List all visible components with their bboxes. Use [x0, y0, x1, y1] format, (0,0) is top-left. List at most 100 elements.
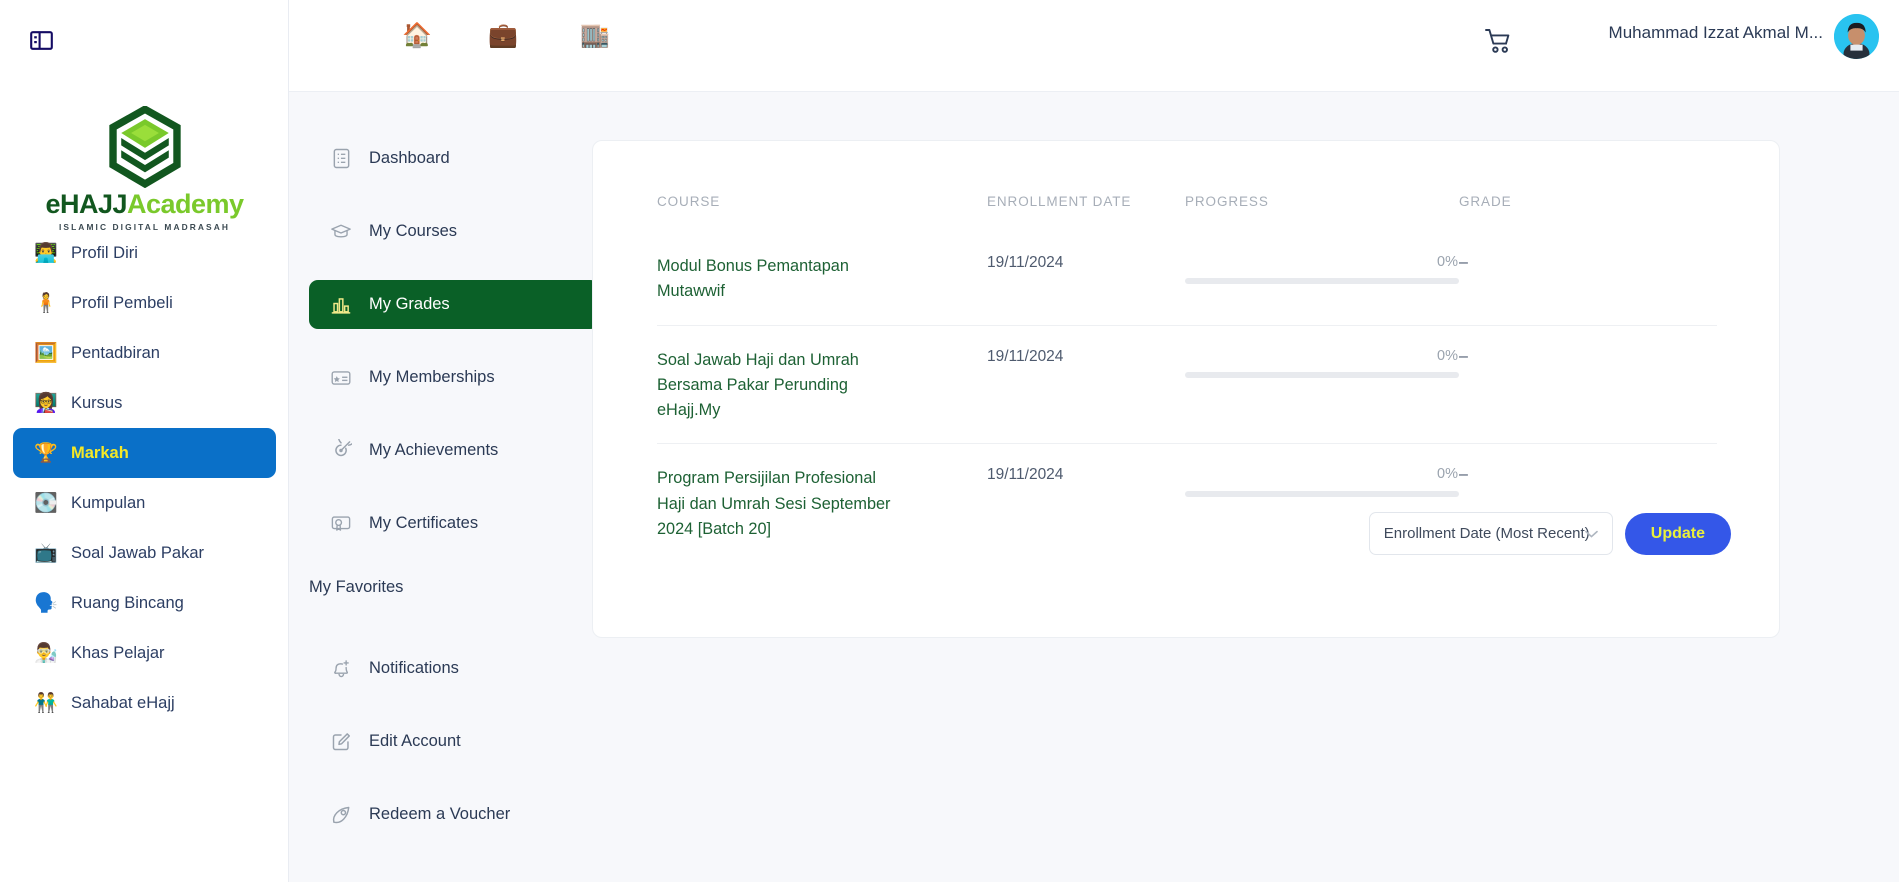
progress-percent-label: 0% [1437, 466, 1458, 483]
sidebar-item-pentadbiran[interactable]: 🖼️ Pentadbiran [13, 328, 276, 378]
subnav-item-label: My Courses [369, 222, 458, 240]
target-icon [330, 439, 352, 462]
sidebar-menu: 👨‍💻 Profil Diri 🧍 Profil Pembeli 🖼️ Pentadbir… [0, 228, 288, 728]
groups-icon: 💽 [34, 492, 58, 514]
subnav-item-label: My Achievements [369, 441, 499, 459]
enrollment-date-value: 19/11/2024 [987, 466, 1064, 484]
sidebar-item-soal-jawab-pakar[interactable]: 📺 Soal Jawab Pakar [13, 528, 276, 578]
progress-bar: 0% [1185, 348, 1459, 378]
subnav-item-label: Dashboard [369, 149, 450, 167]
sidebar-item-label: Markah [71, 443, 129, 462]
progress-track [1185, 490, 1459, 497]
progress-bar: 0% [1185, 254, 1459, 285]
subnav-item-redeem-a-voucher[interactable]: Redeem a Voucher [309, 790, 599, 839]
sidebar-item-profil-pembeli[interactable]: 🧍 Profil Pembeli [13, 278, 276, 328]
sidebar-item-label: Pentadbiran [71, 343, 160, 362]
subnav-item-label: My Certificates [369, 514, 479, 532]
subnav-item-label: Redeem a Voucher [369, 805, 511, 823]
expert-qa-icon: 📺 [34, 542, 58, 564]
administration-icon: 🖼️ [34, 342, 58, 364]
sort-order-value: Enrollment Date (Most Recent) [1383, 525, 1590, 542]
subnav-item-label: My Grades [369, 295, 450, 313]
home-icon[interactable]: 🏠 [400, 24, 434, 48]
column-header-enrollment-date: ENROLLMENT DATE [987, 194, 1132, 209]
table-row: Modul Bonus Pemantapan Mutawwif 19/11/202… [657, 232, 1717, 326]
primary-sidebar: eHAJJAcademy ISLAMIC DIGITAL MADRASAH 👨‍… [0, 0, 289, 882]
bar-chart-icon [330, 294, 352, 316]
subnav-item-notifications[interactable]: Notifications [309, 644, 599, 693]
grades-table: COURSE ENROLLMENT DATE PROGRESS GRADE Mo… [657, 193, 1717, 562]
course-link[interactable]: Soal Jawab Haji dan Umrah Bersama Pakar … [657, 348, 907, 424]
kaaba-hexagon-logo-icon [108, 106, 181, 188]
sidebar-item-kursus[interactable]: 👩‍🏫 Kursus [13, 378, 276, 428]
subnav-item-my-certificates[interactable]: My Certificates [309, 499, 599, 548]
brand-logo[interactable]: eHAJJAcademy ISLAMIC DIGITAL MADRASAH [0, 106, 288, 232]
dashboard-icon [330, 148, 352, 170]
subnav-item-label: Notifications [369, 659, 459, 677]
subnav-item-my-grades[interactable]: My Grades [309, 280, 599, 329]
grades-card: COURSE ENROLLMENT DATE PROGRESS GRADE Mo… [592, 140, 1780, 638]
top-header: 🏠 💼 🏬 Muhammad Izzat Akmal M... [289, 0, 1899, 92]
course-link[interactable]: Program Persijilan Profesional Haji dan … [657, 466, 907, 542]
progress-track [1185, 371, 1459, 378]
sort-order-select[interactable]: Enrollment Date (Most Recent) [1368, 512, 1613, 555]
sidebar-item-label: Khas Pelajar [71, 643, 165, 662]
progress-percent-label: 0% [1437, 347, 1458, 364]
brand-wordmark-light: Academy [126, 189, 244, 219]
chevron-down-icon [1584, 525, 1598, 543]
subnav-item-my-memberships[interactable]: My Memberships [309, 353, 599, 402]
edit-square-icon [330, 731, 352, 753]
subnav-item-label: My Favorites [309, 577, 404, 596]
subnav-item-dashboard[interactable]: Dashboard [309, 134, 599, 183]
grade-value: – [1459, 254, 1468, 271]
column-header-grade: GRADE [1459, 194, 1512, 209]
enrollment-date-value: 19/11/2024 [987, 254, 1064, 271]
subnav-item-my-achievements[interactable]: My Achievements [309, 426, 599, 475]
sidebar-item-ruang-bincang[interactable]: 🗣️ Ruang Bincang [13, 578, 276, 628]
sidebar-item-label: Ruang Bincang [71, 593, 184, 612]
sidebar-item-label: Sahabat eHajj [71, 693, 175, 712]
progress-percent-label: 0% [1437, 254, 1458, 270]
graduation-cap-icon [330, 221, 352, 243]
subnav-item-label: Edit Account [369, 732, 461, 750]
sidebar-item-profil-diri[interactable]: 👨‍💻 Profil Diri [13, 228, 276, 278]
discussion-room-icon: 🗣️ [34, 592, 58, 614]
enrollment-date-value: 19/11/2024 [987, 347, 1064, 365]
bell-plus-icon [330, 658, 352, 680]
sidebar-item-sahabat-ehajj[interactable]: 👬 Sahabat eHajj [13, 678, 276, 728]
update-button[interactable]: Update [1624, 512, 1731, 555]
grade-value: – [1459, 466, 1468, 484]
sidebar-item-label: Profil Pembeli [71, 293, 173, 312]
sidebar-item-label: Kursus [71, 393, 123, 412]
sidebar-item-kumpulan[interactable]: 💽 Kumpulan [13, 478, 276, 528]
user-avatar-photo[interactable] [1834, 14, 1879, 59]
grade-value: – [1459, 347, 1468, 365]
account-subnav: Dashboard My Courses My Grades My Membershi… [309, 134, 599, 863]
brand-wordmark: eHAJJAcademy [45, 189, 244, 219]
user-name-label[interactable]: Muhammad Izzat Akmal M... [1609, 23, 1823, 43]
shopping-cart-icon[interactable] [1483, 26, 1513, 56]
id-card-icon [330, 367, 352, 389]
student-special-icon: 👨‍🔬 [34, 642, 58, 664]
column-header-course: COURSE [657, 194, 721, 209]
sidebar-item-markah[interactable]: 🏆 Markah [13, 428, 276, 478]
ehajj-friends-icon: 👬 [34, 692, 58, 714]
store-icon[interactable]: 🏬 [578, 24, 612, 48]
content-area: Dashboard My Courses My Grades My Membershi… [289, 92, 1899, 882]
rocket-icon [330, 804, 352, 826]
sidebar-item-label: Soal Jawab Pakar [71, 543, 204, 562]
subnav-item-my-favorites[interactable]: My Favorites [309, 572, 599, 602]
table-row: Soal Jawab Haji dan Umrah Bersama Pakar … [657, 326, 1717, 445]
grades-card-controls: Enrollment Date (Most Recent) Update [1368, 512, 1731, 555]
subnav-item-label: My Memberships [369, 368, 495, 386]
grades-icon: 🏆 [34, 442, 58, 464]
sidebar-item-khas-pelajar[interactable]: 👨‍🔬 Khas Pelajar [13, 628, 276, 678]
certificate-icon [330, 513, 352, 535]
progress-bar: 0% [1185, 466, 1459, 497]
subnav-item-my-courses[interactable]: My Courses [309, 207, 599, 256]
course-link[interactable]: Modul Bonus Pemantapan Mutawwif [657, 254, 907, 305]
profile-laptop-icon[interactable]: 💼 [486, 24, 520, 48]
subnav-item-edit-account[interactable]: Edit Account [309, 717, 599, 766]
profile-self-icon: 👨‍💻 [34, 242, 58, 264]
sidebar-panel-toggle-icon[interactable] [27, 26, 55, 54]
